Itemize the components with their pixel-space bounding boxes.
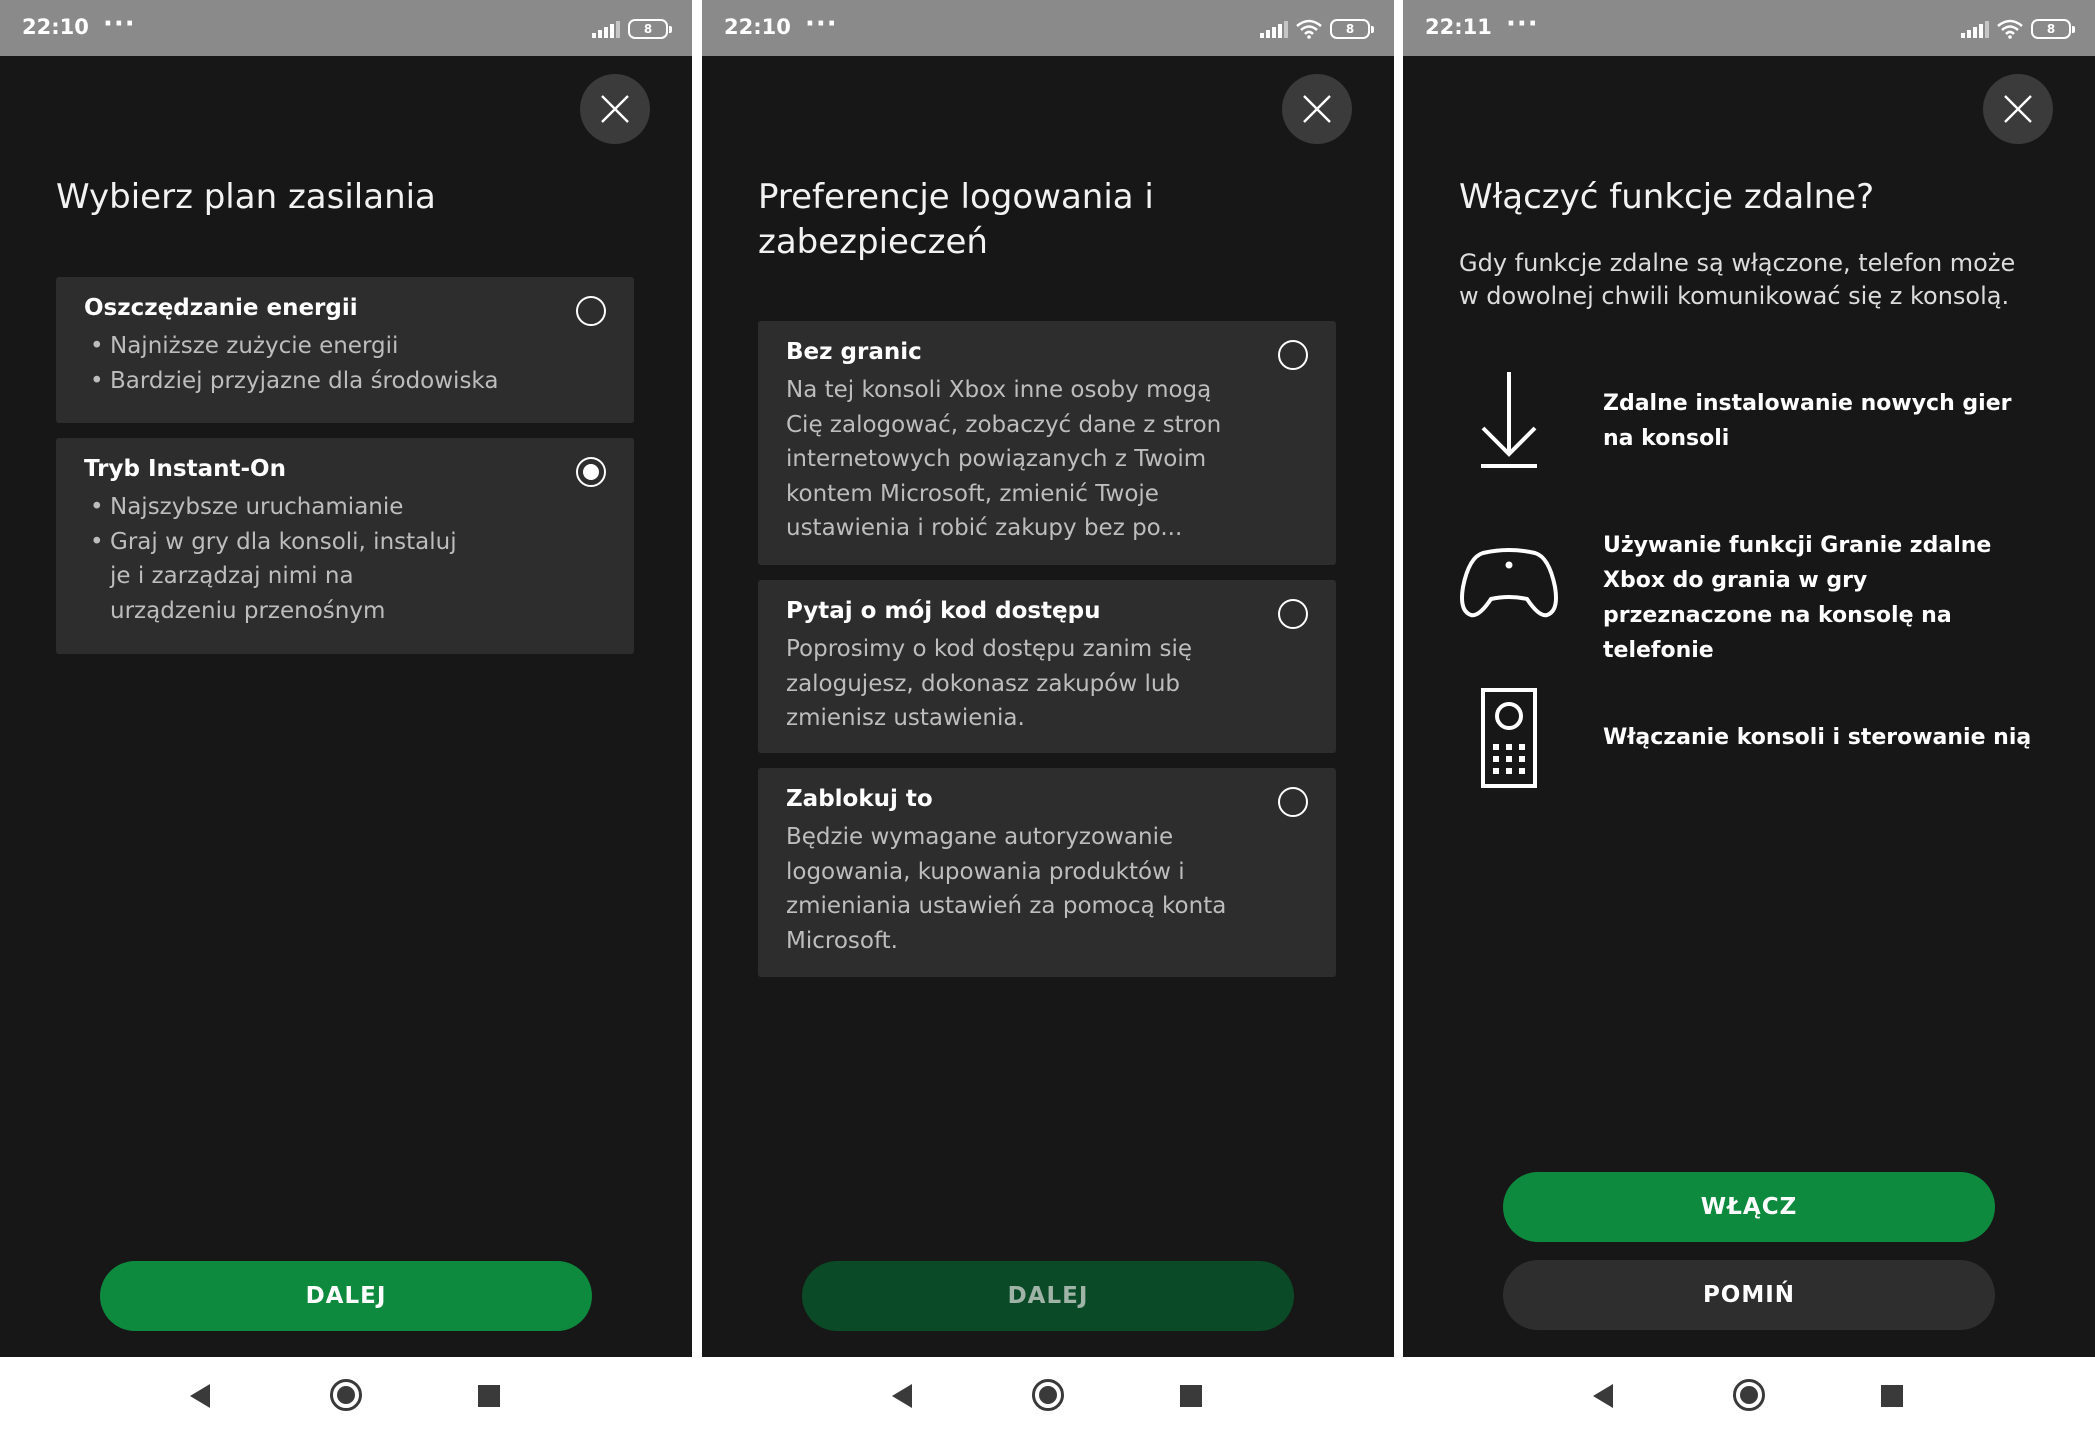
option-bullet: Najniższe zużycie energii — [84, 329, 554, 364]
feature-remote-install: Zdalne instalowanie nowych gier na konso… — [1459, 370, 2059, 470]
page-title: Wybierz plan zasilania — [56, 177, 436, 217]
option-title: Tryb Instant-On — [84, 456, 286, 482]
radio-button-selected[interactable] — [576, 457, 606, 487]
feature-text: Włączanie konsoli i sterowanie nią — [1603, 725, 2032, 750]
home-icon[interactable] — [330, 1379, 362, 1411]
option-no-limits[interactable]: Bez granic Na tej konsoli Xbox inne osob… — [758, 321, 1336, 565]
signal-icon — [1961, 20, 1989, 38]
close-icon — [601, 95, 629, 123]
feature-text: Używanie funkcji Granie zdalne Xbox do g… — [1603, 533, 1992, 663]
download-icon — [1481, 372, 1537, 468]
remote-icon — [1481, 688, 1537, 788]
status-bar: 22:11 ··· 8 — [1403, 0, 2095, 56]
option-bullet: Bardziej przyjazne dla środowiska — [84, 364, 554, 399]
recent-apps-icon[interactable] — [1881, 1385, 1903, 1407]
close-button[interactable] — [1282, 74, 1352, 144]
home-icon[interactable] — [1733, 1379, 1765, 1411]
option-description: Będzie wymagane autoryzowanie logowania,… — [786, 824, 1227, 954]
screen-power-plan: 22:10 ··· 8 Wybierz plan zasilania Oszcz… — [0, 0, 692, 1440]
screen-signin-security: 22:10 ··· 8 Preferencje logowania i zabe… — [702, 0, 1394, 1440]
close-icon — [1303, 95, 1331, 123]
option-title: Oszczędzanie energii — [84, 295, 358, 321]
radio-button[interactable] — [576, 296, 606, 326]
close-icon — [2004, 95, 2032, 123]
page-description: Gdy funkcje zdalne są włączone, telefon … — [1459, 249, 2016, 310]
option-description: Poprosimy o kod dostępu zanim się zalogu… — [786, 636, 1192, 731]
radio-button[interactable] — [1278, 340, 1308, 370]
option-ask-passkey[interactable]: Pytaj o mój kod dostępu Poprosimy o kod … — [758, 580, 1336, 753]
radio-button[interactable] — [1278, 787, 1308, 817]
back-icon[interactable] — [190, 1384, 210, 1408]
battery-icon: 8 — [628, 19, 672, 39]
battery-icon: 8 — [1330, 19, 1374, 39]
option-lock-it[interactable]: Zablokuj to Będzie wymagane autoryzowani… — [758, 768, 1336, 977]
feature-power-control: Włączanie konsoli i sterowanie nią — [1459, 688, 2059, 788]
feature-text: Zdalne instalowanie nowych gier na konso… — [1603, 391, 2012, 451]
battery-icon: 8 — [2031, 19, 2075, 39]
wifi-icon — [1997, 19, 2023, 39]
back-icon[interactable] — [892, 1384, 912, 1408]
next-button-disabled[interactable]: DALEJ — [802, 1261, 1294, 1331]
option-bullet: Najszybsze uruchamianie — [84, 490, 484, 525]
android-nav-bar — [0, 1357, 2095, 1440]
option-title: Zablokuj to — [786, 786, 933, 812]
option-power-saving[interactable]: Oszczędzanie energii Najniższe zużycie e… — [56, 277, 634, 423]
home-icon[interactable] — [1032, 1379, 1064, 1411]
close-button[interactable] — [1983, 74, 2053, 144]
signal-icon — [592, 20, 620, 38]
status-bar: 22:10 ··· 8 — [0, 0, 692, 56]
close-button[interactable] — [580, 74, 650, 144]
back-icon[interactable] — [1593, 1384, 1613, 1408]
signal-icon — [1260, 20, 1288, 38]
status-time: 22:10 — [22, 15, 89, 39]
radio-button[interactable] — [1278, 599, 1308, 629]
status-time: 22:10 — [724, 15, 791, 39]
skip-button[interactable]: POMIŃ — [1503, 1260, 1995, 1330]
enable-button[interactable]: WŁĄCZ — [1503, 1172, 1995, 1242]
wifi-icon — [1296, 19, 1322, 39]
screen-remote-features: 22:11 ··· 8 Włączyć funkcje zdalne? Gdy … — [1403, 0, 2095, 1440]
status-more-dots: ··· — [1506, 9, 1539, 39]
option-instant-on[interactable]: Tryb Instant-On Najszybsze uruchamianie … — [56, 438, 634, 654]
status-time: 22:11 — [1425, 15, 1492, 39]
recent-apps-icon[interactable] — [478, 1385, 500, 1407]
option-title: Bez granic — [786, 339, 922, 365]
page-title: Preferencje logowania i zabezpieczeń — [758, 177, 1154, 262]
gamepad-icon — [1460, 548, 1558, 618]
status-more-dots: ··· — [805, 9, 838, 39]
feature-remote-play: Używanie funkcji Granie zdalne Xbox do g… — [1459, 528, 2059, 663]
option-description: Na tej konsoli Xbox inne osoby mogą Cię … — [786, 377, 1222, 541]
next-button[interactable]: DALEJ — [100, 1261, 592, 1331]
option-title: Pytaj o mój kod dostępu — [786, 598, 1101, 624]
option-bullet: Graj w gry dla konsoli, instaluj je i za… — [84, 525, 484, 629]
status-more-dots: ··· — [103, 9, 136, 39]
recent-apps-icon[interactable] — [1180, 1385, 1202, 1407]
status-bar: 22:10 ··· 8 — [702, 0, 1394, 56]
page-title: Włączyć funkcje zdalne? — [1459, 177, 1875, 217]
